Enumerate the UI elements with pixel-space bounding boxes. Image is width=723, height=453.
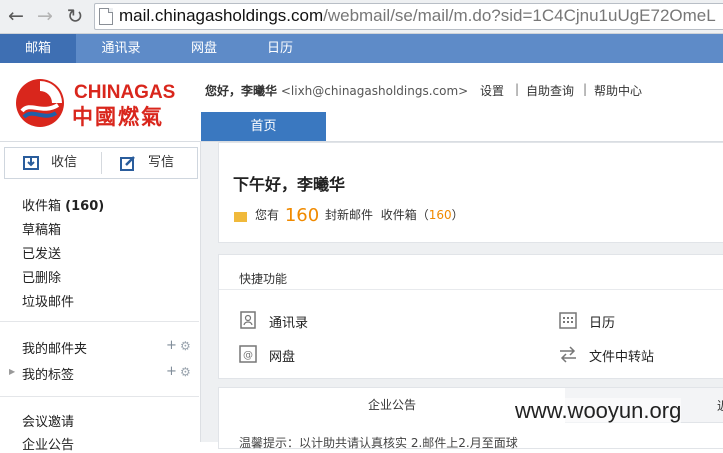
sidebar-item-sent[interactable]: 已发送 [22,243,61,262]
separator: | [515,82,520,96]
divider [0,396,199,397]
nav-netdisk[interactable]: 网盘 [176,34,232,63]
you-have-text: 您有 [255,208,280,222]
file-transfer-icon [560,346,576,363]
watermark: www.wooyun.org [515,398,682,424]
inbox-close-paren: ） [451,208,464,222]
url-path: /webmail/se/mail/m.do?sid=1C4Cjnu1uUgE72… [323,6,716,25]
browser-toolbar: ← → ↻ mail.chinagasholdings.com/webmail/… [0,0,723,34]
sidebar-item-inbox[interactable]: 收件箱 (160) [22,195,104,214]
sidebar-item-my-folders[interactable]: 我的邮件夹 [22,338,87,357]
sidebar: 收信 写信 收件箱 (160) 草稿箱 已发送 已删除 垃圾邮件 我的邮件夹 +… [0,142,201,453]
reload-icon[interactable]: ↻ [63,4,87,28]
nav-calendar[interactable]: 日历 [254,34,306,63]
quick-file-transfer[interactable]: 文件中转站 [589,346,654,365]
tab-recent-label: 近 [717,397,723,414]
quick-contacts[interactable]: 通讯录 [269,312,308,331]
settings-link[interactable]: 设置 [480,82,504,99]
announcement-text[interactable]: 温馨提示：以计助共请认真核实 2.邮件上2.月至面球 [239,434,518,451]
write-button[interactable]: 写信 [102,148,197,178]
expand-arrow-icon[interactable]: ▶ [9,367,15,376]
divider [0,321,199,322]
separator: | [583,82,588,96]
unread-count[interactable]: 160 [285,205,319,226]
unread-summary: 您有 160 封新邮件 收件箱（160） [255,205,464,226]
compose-row: 收信 写信 [4,147,198,179]
sidebar-item-spam[interactable]: 垃圾邮件 [22,291,74,310]
sidebar-item-announcements[interactable]: 企业公告 [22,434,74,453]
main-content: 下午好，李曦华 您有 160 封新邮件 收件箱（160） 快捷功能 通讯录 日历… [201,142,723,450]
inbox-download-icon [23,156,39,170]
address-bar[interactable]: mail.chinagasholdings.com/webmail/se/mai… [94,3,723,30]
svg-text:@: @ [243,350,253,361]
contacts-book-icon [240,311,256,329]
nav-contacts[interactable]: 通讯录 [84,34,158,63]
self-service-link[interactable]: 自助查询 [526,82,574,99]
url-text: mail.chinagasholdings.com/webmail/se/mai… [119,6,716,26]
calendar-icon [559,312,577,329]
welcome-card: 下午好，李曦华 您有 160 封新邮件 收件箱（160） [218,142,723,243]
chinagas-logo: CHINAGAS 中國燃氣 [16,79,175,129]
nav-mail[interactable]: 邮箱 [0,34,76,63]
user-name: 李曦华 [241,84,278,98]
tab-announcements[interactable]: 企业公告 [219,388,566,422]
forward-arrow-icon[interactable]: → [33,4,57,28]
mail-envelope-icon [234,212,247,222]
logo-text-en: CHINAGAS [74,82,175,103]
compose-pen-icon [120,156,135,171]
quick-functions-title: 快捷功能 [239,272,288,286]
sidebar-item-drafts[interactable]: 草稿箱 [22,219,61,238]
url-host: mail.chinagasholdings.com [119,6,324,25]
greeting-prefix: 您好， [205,84,242,98]
back-arrow-icon[interactable]: ← [4,4,28,28]
sidebar-item-meeting[interactable]: 会议邀请 [22,411,74,430]
mail-header: CHINAGAS 中國燃氣 您好，李曦华 <lixh@chinagasholdi… [0,63,723,142]
user-email: <lixh@chinagasholdings.com> [280,84,469,98]
receive-label: 收信 [51,155,78,170]
add-tag-icon[interactable]: + [166,364,177,379]
welcome-title: 下午好，李曦华 [233,175,346,194]
divider [219,289,723,290]
inbox-label: 收件箱 [22,199,62,214]
user-greeting: 您好，李曦华 <lixh@chinagasholdings.com> [205,82,468,99]
inbox-count-main[interactable]: 160 [429,208,452,222]
receive-button[interactable]: 收信 [5,148,100,178]
add-folder-icon[interactable]: + [166,338,177,353]
inbox-link[interactable]: 收件箱（ [381,208,429,222]
quick-functions-card: 快捷功能 通讯录 日历 @ 网盘 文件中转站 [218,254,723,379]
tag-settings-gear-icon[interactable]: ⚙ [180,365,191,379]
help-link[interactable]: 帮助中心 [594,82,642,99]
page-icon [99,8,113,25]
sidebar-item-deleted[interactable]: 已删除 [22,267,61,286]
netdisk-icon: @ [239,345,257,363]
logo-text-cn: 中國燃氣 [72,105,164,129]
folder-settings-gear-icon[interactable]: ⚙ [180,339,191,353]
quick-calendar[interactable]: 日历 [589,312,615,331]
sidebar-item-my-tags[interactable]: 我的标签 [22,364,74,383]
quick-netdisk[interactable]: 网盘 [269,346,295,365]
write-label: 写信 [148,155,175,170]
inbox-count: (160) [65,199,105,214]
tab-home[interactable]: 首页 [201,112,326,141]
new-mail-text: 封新邮件 [325,208,374,222]
top-nav: 邮箱 通讯录 网盘 日历 [0,34,723,63]
